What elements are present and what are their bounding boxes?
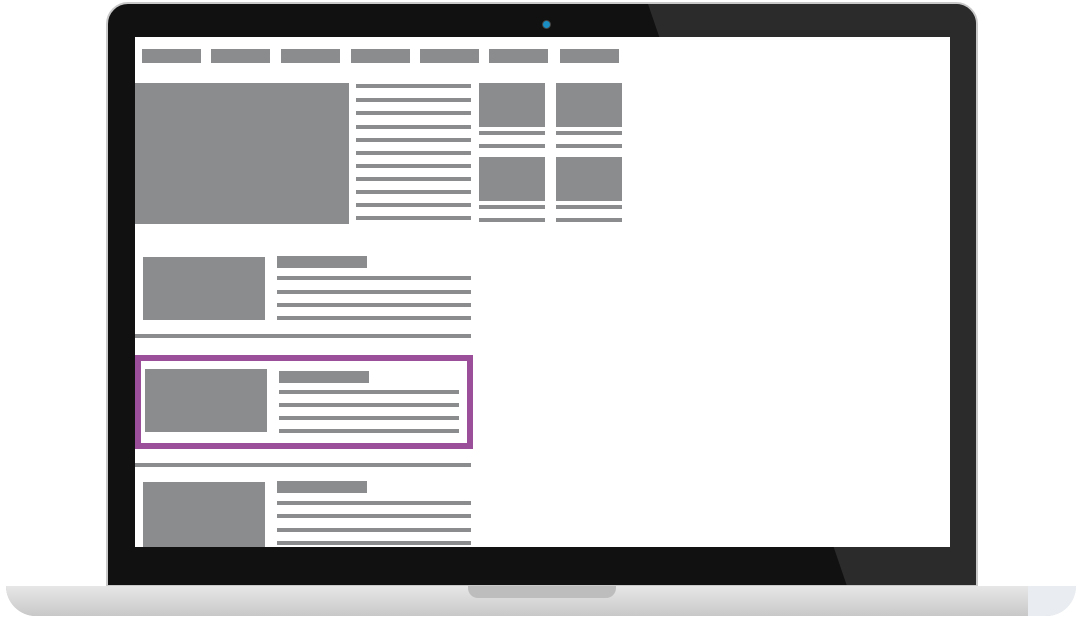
- list-item-image: [145, 369, 267, 432]
- nav-item-7[interactable]: [560, 49, 619, 63]
- divider: [135, 463, 471, 467]
- nav-item-4[interactable]: [351, 49, 410, 63]
- list-item-title: [277, 481, 367, 493]
- hero-image[interactable]: [135, 83, 349, 224]
- nav-item-2[interactable]: [211, 49, 270, 63]
- thumb-image: [556, 83, 622, 127]
- screen: [135, 37, 950, 547]
- nav-item-3[interactable]: [281, 49, 340, 63]
- camera-icon: [542, 20, 551, 29]
- nav-item-6[interactable]: [489, 49, 548, 63]
- divider: [135, 334, 471, 338]
- thumb-image: [479, 157, 545, 201]
- laptop-base-right: [1028, 586, 1076, 616]
- list-item-image: [143, 482, 265, 547]
- thumb-image: [556, 157, 622, 201]
- laptop-notch: [468, 586, 616, 598]
- list-item-title: [279, 371, 369, 383]
- nav-item-1[interactable]: [142, 49, 201, 63]
- list-item-image: [143, 257, 265, 320]
- thumb-image: [479, 83, 545, 127]
- list-item-title: [277, 256, 367, 268]
- nav-item-5[interactable]: [420, 49, 479, 63]
